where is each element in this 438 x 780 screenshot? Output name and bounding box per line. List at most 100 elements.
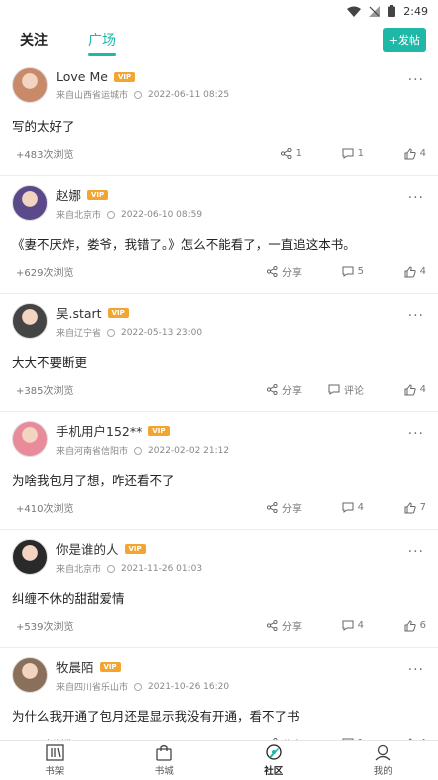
battery-icon [388, 5, 396, 17]
thumbs-up-icon [404, 147, 416, 159]
post-item[interactable]: 手机用户152** VIP 来自河南省信阳市 2022-02-02 21:12 … [0, 412, 438, 530]
clock-icon [134, 90, 143, 99]
post-item[interactable]: 赵娜 VIP 来自北京市 2022-06-10 08:59 ··· 《妻不厌炸，… [0, 176, 438, 294]
clock-icon [107, 564, 116, 573]
post-content[interactable]: 《妻不厌炸，娄爷，我错了。》怎么不能看了，一直追这本书。 [12, 234, 426, 253]
username[interactable]: 牧晨陌 [56, 657, 94, 676]
share-label: 分享 [282, 622, 302, 633]
like-button[interactable]: 7 [364, 501, 426, 514]
wifi-icon [347, 6, 362, 17]
post-content[interactable]: 写的太好了 [12, 116, 426, 135]
like-button[interactable]: 6 [364, 619, 426, 632]
username[interactable]: 吴.start [56, 303, 102, 322]
share-button[interactable]: 分享 [242, 264, 302, 279]
avatar[interactable] [12, 185, 48, 221]
status-bar: 2:49 [0, 0, 438, 22]
more-options-icon[interactable]: ··· [408, 72, 424, 88]
post-header: 牧晨陌 VIP 来自四川省乐山市 2021-10-26 16:20 [12, 656, 426, 694]
post-time: 2022-06-10 08:59 [121, 209, 203, 220]
like-button[interactable]: 4 [364, 383, 426, 396]
nav-bookshelf-label: 书架 [45, 766, 65, 777]
avatar[interactable] [12, 421, 48, 457]
user-info: 手机用户152** VIP 来自河南省信阳市 2022-02-02 21:12 [56, 421, 426, 457]
post-content[interactable]: 大大不要断更 [12, 352, 426, 371]
nav-store-label: 书城 [154, 766, 174, 777]
comment-button[interactable]: 5 [302, 266, 364, 277]
comment-icon [342, 620, 354, 631]
nav-community[interactable]: 社区 [219, 741, 329, 780]
like-count: 4 [419, 384, 426, 395]
vip-badge: VIP [99, 661, 121, 672]
view-count: +410次浏览 [16, 504, 74, 515]
user-info: 牧晨陌 VIP 来自四川省乐山市 2021-10-26 16:20 [56, 657, 426, 693]
post-content[interactable]: 为啥我包月了想，咋还看不了 [12, 470, 426, 489]
more-options-icon[interactable]: ··· [408, 544, 424, 560]
post-item[interactable]: 吴.start VIP 来自辽宁省 2022-05-13 23:00 ··· 大… [0, 294, 438, 412]
more-options-icon[interactable]: ··· [408, 662, 424, 678]
post-header: 赵娜 VIP 来自北京市 2022-06-10 08:59 [12, 184, 426, 222]
avatar[interactable] [12, 539, 48, 575]
nav-community-label: 社区 [264, 766, 284, 777]
username[interactable]: 手机用户152** [56, 421, 142, 440]
share-button[interactable]: 分享 [242, 500, 302, 515]
post-footer: +483次浏览 1 1 4 [16, 146, 426, 161]
post-time: 2021-10-26 16:20 [148, 681, 230, 692]
more-options-icon[interactable]: ··· [408, 190, 424, 206]
comment-icon [342, 266, 354, 277]
post-location: 来自四川省乐山市 [56, 683, 129, 693]
share-icon [280, 148, 292, 159]
comment-button[interactable]: 评论 [302, 382, 364, 397]
comment-button[interactable]: 4 [302, 502, 364, 513]
share-button[interactable]: 分享 [242, 618, 302, 633]
post-footer: +385次浏览 分享 评论 4 [16, 382, 426, 397]
comment-button[interactable]: 4 [302, 620, 364, 631]
tab-square[interactable]: 广场 [88, 22, 116, 58]
post-footer: +410次浏览 分享 4 7 [16, 500, 426, 515]
post-time: 2022-02-02 21:12 [148, 445, 230, 456]
tab-follow[interactable]: 关注 [20, 22, 48, 58]
more-options-icon[interactable]: ··· [408, 426, 424, 442]
avatar[interactable] [12, 657, 48, 693]
share-button[interactable]: 1 [242, 148, 302, 159]
share-button[interactable]: 分享 [242, 382, 302, 397]
avatar[interactable] [12, 67, 48, 103]
like-button[interactable]: 4 [364, 265, 426, 278]
shopping-bag-icon [156, 744, 172, 761]
user-info: 吴.start VIP 来自辽宁省 2022-05-13 23:00 [56, 303, 426, 339]
nav-bookshelf[interactable]: 书架 [0, 741, 110, 780]
view-count: +629次浏览 [16, 268, 74, 279]
post-header: 你是谁的人 VIP 来自北京市 2021-11-26 01:03 [12, 538, 426, 576]
post-location: 来自山西省运城市 [56, 91, 129, 101]
avatar[interactable] [12, 303, 48, 339]
post-content[interactable]: 为什么我开通了包月还是显示我没有开通，看不了书 [12, 706, 426, 725]
comment-icon [342, 502, 354, 513]
nav-mine-label: 我的 [373, 766, 393, 777]
like-count: 7 [419, 502, 426, 513]
post-feed[interactable]: Love Me VIP 来自山西省运城市 2022-06-11 08:25 ··… [0, 58, 438, 740]
more-options-icon[interactable]: ··· [408, 308, 424, 324]
like-button[interactable]: 4 [364, 147, 426, 160]
post-item[interactable]: 牧晨陌 VIP 来自四川省乐山市 2021-10-26 16:20 ··· 为什… [0, 648, 438, 740]
post-time: 2021-11-26 01:03 [121, 563, 203, 574]
view-count: +539次浏览 [16, 622, 74, 633]
vip-badge: VIP [124, 543, 146, 554]
user-info: 赵娜 VIP 来自北京市 2022-06-10 08:59 [56, 185, 426, 221]
clock-icon [134, 446, 143, 455]
share-label: 分享 [282, 268, 302, 279]
nav-store[interactable]: 书城 [110, 741, 220, 780]
post-location: 来自河南省信阳市 [56, 447, 129, 457]
username[interactable]: 赵娜 [56, 185, 81, 204]
like-count: 4 [419, 148, 426, 159]
post-item[interactable]: Love Me VIP 来自山西省运城市 2022-06-11 08:25 ··… [0, 58, 438, 176]
post-item[interactable]: 你是谁的人 VIP 来自北京市 2021-11-26 01:03 ··· 纠缠不… [0, 530, 438, 648]
nav-mine[interactable]: 我的 [329, 741, 438, 780]
thumbs-up-icon [404, 501, 416, 513]
comment-button[interactable]: 1 [302, 148, 364, 159]
comment-count: 评论 [344, 386, 364, 397]
new-post-button[interactable]: +发帖 [382, 28, 426, 52]
post-content[interactable]: 纠缠不休的甜甜爱情 [12, 588, 426, 607]
username[interactable]: Love Me [56, 69, 108, 84]
post-location: 来自北京市 [56, 211, 102, 221]
share-icon [267, 502, 278, 513]
username[interactable]: 你是谁的人 [56, 539, 119, 558]
